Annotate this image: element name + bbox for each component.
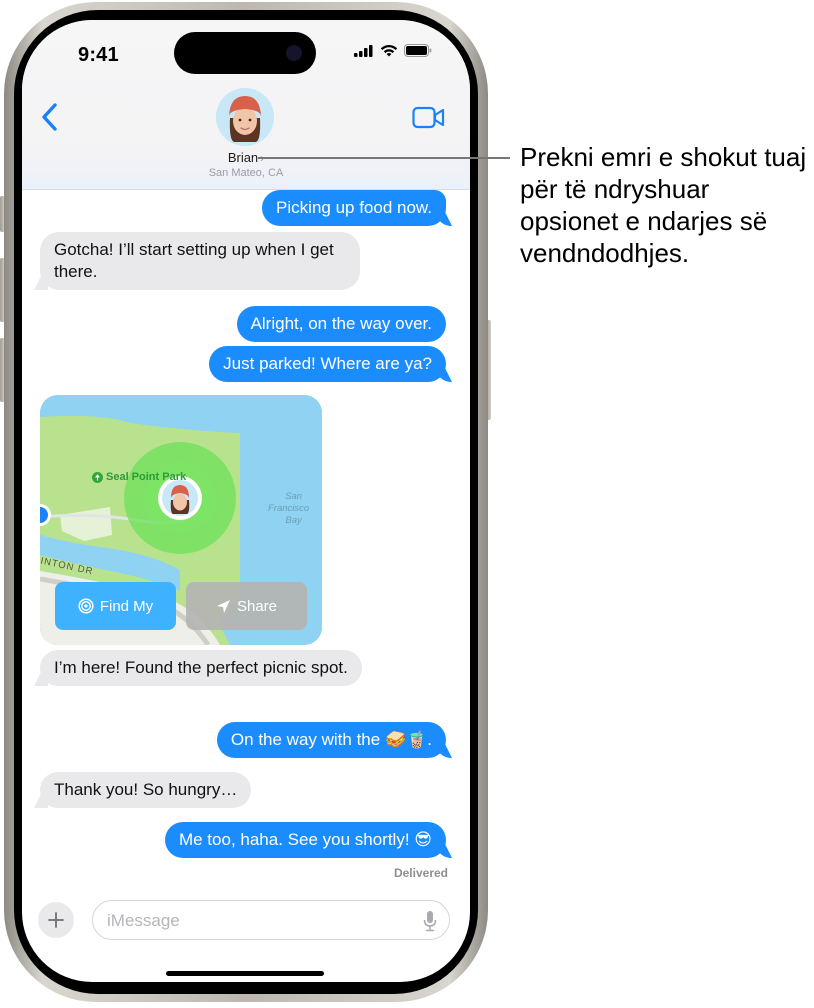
apps-plus-button[interactable] — [38, 902, 74, 938]
home-indicator[interactable] — [166, 971, 324, 976]
messages-screen: 9:41 Brian San Mateo, CA Picking up food… — [22, 20, 470, 982]
message-text: Alright, on the way over. — [250, 314, 432, 333]
message-text: Thank you! So hungry… — [54, 780, 238, 799]
message-bubble-sent[interactable]: Alright, on the way over. — [236, 306, 446, 342]
find-my-icon — [78, 598, 94, 614]
message-bubble-sent[interactable]: On the way with the 🥪🧋. — [216, 722, 446, 758]
message-bubble-received[interactable]: Gotcha! I’ll start setting up when I get… — [40, 232, 360, 290]
message-bubble-received[interactable]: Thank you! So hungry… — [40, 772, 252, 808]
message-bubble-sent[interactable]: Picking up food now. — [262, 190, 446, 226]
delivery-status: Delivered — [393, 866, 448, 880]
cellular-signal-icon — [354, 44, 373, 57]
facetime-video-button[interactable] — [412, 106, 446, 130]
callout-leader-line — [258, 157, 510, 159]
share-location-button[interactable]: Share — [186, 582, 307, 630]
memoji-avatar-icon — [216, 88, 274, 146]
dynamic-island — [174, 32, 316, 74]
message-text: Gotcha! I’ll start setting up when I get… — [54, 240, 334, 281]
bay-label: San Francisco Bay — [268, 491, 310, 526]
contact-avatar[interactable] — [216, 88, 274, 146]
shared-location-map[interactable]: Seal Point Park San Francisco Bay INTON … — [40, 395, 322, 645]
find-my-button[interactable]: Find My — [55, 582, 176, 630]
microphone-icon[interactable] — [423, 910, 437, 932]
status-icons — [354, 44, 432, 57]
message-input-container[interactable] — [92, 900, 450, 940]
conversation-header: 9:41 Brian San Mateo, CA — [22, 20, 470, 190]
back-button[interactable] — [38, 100, 62, 134]
message-text: Picking up food now. — [276, 198, 432, 217]
wifi-icon — [380, 45, 398, 57]
message-bubble-sent[interactable]: Just parked! Where are ya? — [209, 346, 446, 382]
location-arrow-icon — [216, 599, 230, 613]
message-text: Me too, haha. See you shortly! 😎 — [178, 830, 432, 849]
status-time: 9:41 — [78, 44, 119, 66]
video-camera-icon — [412, 106, 445, 129]
contact-location: San Mateo, CA — [208, 167, 284, 179]
message-bubble-received[interactable]: I’m here! Found the perfect picnic spot. — [40, 650, 362, 686]
message-input[interactable] — [107, 909, 407, 933]
message-bubble-sent[interactable]: Me too, haha. See you shortly! 😎 — [164, 822, 446, 858]
tree-icon — [92, 471, 103, 483]
front-camera — [286, 45, 302, 61]
plus-icon — [48, 912, 64, 928]
message-text: On the way with the 🥪🧋. — [230, 730, 432, 749]
message-text: I’m here! Found the perfect picnic spot. — [54, 658, 348, 677]
battery-icon — [404, 44, 432, 57]
park-label: Seal Point Park — [92, 471, 186, 483]
contact-name: Brian — [227, 150, 259, 165]
chevron-left-icon — [42, 103, 57, 131]
message-text: Just parked! Where are ya? — [223, 354, 432, 373]
callout-text: Prekni emri e shokut tuaj për të ndryshu… — [520, 142, 807, 268]
